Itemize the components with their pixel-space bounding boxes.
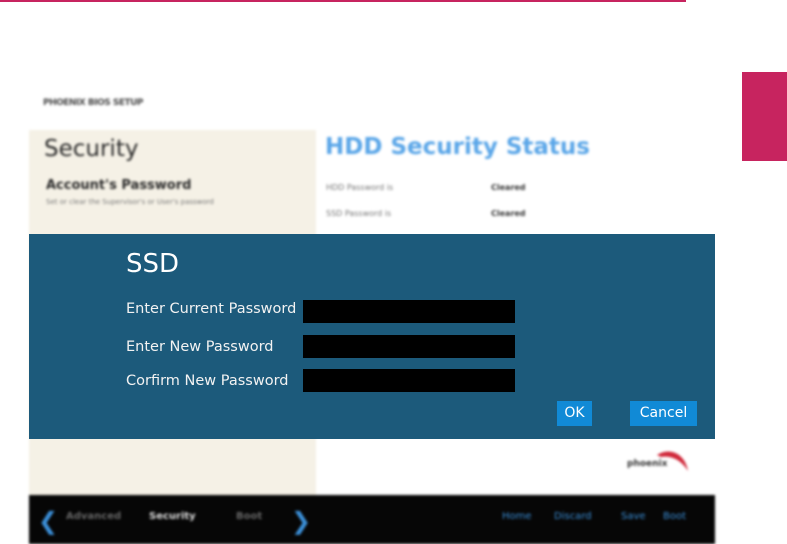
ssd-password-dialog: SSD Enter Current Password Enter New Pas… <box>29 234 715 439</box>
status-value: Cleared <box>491 209 526 218</box>
action-boot[interactable]: Boot <box>663 511 686 522</box>
action-save[interactable]: Save <box>621 511 646 522</box>
new-password-label: Enter New Password <box>126 339 274 355</box>
bios-brand-small: PHOENIX BIOS SETUP <box>43 98 144 108</box>
cancel-button[interactable]: Cancel <box>630 401 697 426</box>
status-title: HDD Security Status <box>325 134 590 160</box>
phoenix-swoosh-icon <box>657 451 688 471</box>
confirm-password-label: Corfirm New Password <box>126 373 289 389</box>
top-accent-line <box>0 0 686 2</box>
chevron-left-icon[interactable]: ❮ <box>38 507 58 535</box>
dialog-title: SSD <box>126 249 180 279</box>
status-label: HDD Password is <box>326 183 394 192</box>
current-password-input[interactable] <box>303 300 515 323</box>
menu-item-description: Set or clear the Supervisor's or User's … <box>46 198 214 206</box>
page-title: Security <box>44 136 139 162</box>
chevron-right-icon[interactable]: ❯ <box>291 507 311 535</box>
action-home[interactable]: Home <box>502 511 532 522</box>
ok-button[interactable]: OK <box>557 401 592 426</box>
new-password-input[interactable] <box>303 335 515 358</box>
status-value: Cleared <box>491 183 526 192</box>
bottom-navigation-bar: ❮ Advanced Security Boot ❯ Home Discard … <box>29 495 715 544</box>
menu-item-accounts-password[interactable]: Account's Password <box>46 178 191 193</box>
nav-tab-security[interactable]: Security <box>149 511 196 522</box>
nav-tab-boot[interactable]: Boot <box>236 511 262 522</box>
confirm-password-input[interactable] <box>303 369 515 392</box>
action-discard[interactable]: Discard <box>554 511 592 522</box>
current-password-label: Enter Current Password <box>126 301 297 317</box>
nav-tab-advanced[interactable]: Advanced <box>66 511 121 522</box>
side-accent-tile <box>742 72 787 161</box>
status-label: SSD Password is <box>326 209 392 218</box>
